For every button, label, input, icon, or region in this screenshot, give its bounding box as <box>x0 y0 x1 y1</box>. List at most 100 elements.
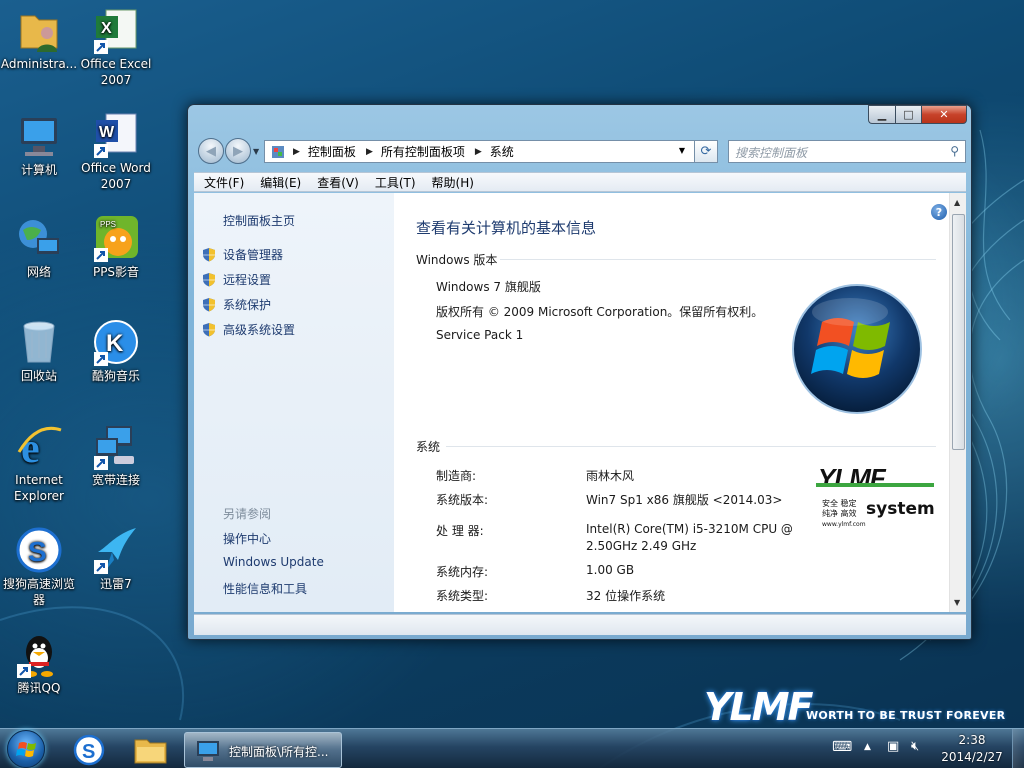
task-pane: 控制面板主页 设备管理器 远程设置 系统保护 高级系统设置 另请参阅 操作中心 … <box>194 193 394 612</box>
navigation-bar: ◀ ▶ ▼ ▶ 控制面板 ▶ 所有控制面板项 ▶ 系统 ▼ ⟳ 搜索控制面板 ⚲ <box>194 137 966 167</box>
pps-player-icon[interactable]: PPS PPS影音 <box>77 214 155 280</box>
scroll-up-icon[interactable]: ▲ <box>954 198 960 207</box>
menu-edit[interactable]: 编辑(E) <box>260 174 301 191</box>
scrollbar-thumb[interactable] <box>952 214 965 450</box>
forward-button[interactable]: ▶ <box>225 138 251 164</box>
office-word-icon[interactable]: W Office Word 2007 <box>77 110 155 192</box>
breadcrumb-separator-icon: ▶ <box>293 146 300 157</box>
ylmf-brand-logo: YLMF WORTH TO BE TRUST FOREVER <box>704 685 1006 729</box>
scroll-down-icon[interactable]: ▼ <box>954 598 960 607</box>
shield-icon <box>203 323 215 337</box>
xunlei-icon[interactable]: 迅雷7 <box>77 526 155 592</box>
volume-muted-icon[interactable]: 🔇︎ <box>911 739 919 754</box>
content-area: 控制面板主页 设备管理器 远程设置 系统保护 高级系统设置 另请参阅 操作中心 … <box>194 193 966 612</box>
system-version-label: 系统版本: <box>436 493 489 507</box>
processor-value: Intel(R) Core(TM) i5-3210M CPU @ <box>586 522 793 536</box>
oem-logo: YLMF 安全 稳定 纯净 高效 www.ylmf.com system <box>816 463 935 528</box>
internet-explorer-icon[interactable]: e Internet Explorer <box>0 422 78 504</box>
recycle-bin-icon[interactable]: 回收站 <box>0 318 78 384</box>
breadcrumb-separator-icon: ▶ <box>474 146 482 157</box>
administrator-folder-icon[interactable]: Administra... <box>0 6 78 72</box>
breadcrumb-system[interactable]: 系统 <box>490 143 514 160</box>
taskbar-clock[interactable]: 2:38 2014/2/27 <box>936 732 1008 766</box>
search-icon[interactable]: ⚲ <box>950 144 959 158</box>
svg-text:K: K <box>106 330 124 357</box>
action-center-link[interactable]: 操作中心 <box>223 530 271 547</box>
svg-text:S: S <box>28 536 47 567</box>
show-desktop-button[interactable] <box>1012 729 1024 768</box>
search-input[interactable]: 搜索控制面板 ⚲ <box>728 140 966 163</box>
system-version-value: Win7 Sp1 x86 旗舰版 <2014.03> <box>586 493 783 507</box>
computer-icon <box>197 741 219 761</box>
see-also-heading: 另请参阅 <box>223 507 272 521</box>
close-button[interactable]: ✕ <box>921 105 967 124</box>
taskbar: S 控制面板\所有控... ⌨ ▲ ▣ 🔇︎ 2:38 2014/2/27 <box>0 728 1024 768</box>
processor-label: 处 理 器: <box>436 524 484 538</box>
start-button[interactable] <box>7 730 45 768</box>
windows-logo-icon <box>790 282 924 416</box>
memory-value: 1.00 GB <box>586 563 635 577</box>
control-panel-window[interactable]: ▁ □ ✕ ◀ ▶ ▼ ▶ 控制面板 ▶ 所有控制面板项 ▶ 系统 ▼ ⟳ 搜索… <box>187 104 972 640</box>
control-panel-home-link[interactable]: 控制面板主页 <box>223 212 295 229</box>
status-bar <box>194 614 966 635</box>
breadcrumb-separator-icon: ▶ <box>365 146 373 157</box>
copyright-text: 版权所有 © 2009 Microsoft Corporation。保留所有权利… <box>436 305 764 319</box>
menu-bar: 文件(F) 编辑(E) 查看(V) 工具(T) 帮助(H) <box>194 172 966 192</box>
caption-buttons: ▁ □ ✕ <box>868 105 967 124</box>
processor-speed: 2.50GHz 2.49 GHz <box>586 539 697 553</box>
control-panel-icon <box>271 145 285 159</box>
svg-text:S: S <box>82 741 95 763</box>
menu-help[interactable]: 帮助(H) <box>432 174 474 191</box>
system-protection-link[interactable]: 系统保护 <box>202 296 271 313</box>
address-dropdown-icon[interactable]: ▼ <box>679 146 685 155</box>
breadcrumb-all-items[interactable]: 所有控制面板项 <box>381 143 465 160</box>
windows-edition: Windows 7 旗舰版 <box>436 280 541 294</box>
system-type-label: 系统类型: <box>436 589 489 603</box>
edition-section-title: Windows 版本 <box>416 253 498 267</box>
keyboard-icon[interactable]: ⌨ <box>832 739 852 755</box>
section-divider <box>500 259 936 260</box>
refresh-button[interactable]: ⟳ <box>694 140 718 163</box>
memory-label: 系统内存: <box>436 565 489 579</box>
system-info-panel: 查看有关计算机的基本信息 Windows 版本 Windows 7 旗舰版 版权… <box>416 193 946 612</box>
shield-icon <box>203 298 215 312</box>
svg-text:X: X <box>101 20 112 37</box>
recent-pages-dropdown-icon[interactable]: ▼ <box>253 147 259 156</box>
network-icon[interactable]: 网络 <box>0 214 78 280</box>
control-panel-task-button[interactable]: 控制面板\所有控... <box>184 732 342 768</box>
remote-settings-link[interactable]: 远程设置 <box>202 271 271 288</box>
page-title: 查看有关计算机的基本信息 <box>416 219 597 237</box>
address-bar[interactable]: ▶ 控制面板 ▶ 所有控制面板项 ▶ 系统 ▼ <box>264 140 716 163</box>
menu-file[interactable]: 文件(F) <box>204 174 244 191</box>
computer-icon[interactable]: 计算机 <box>0 112 78 178</box>
shield-icon <box>203 248 215 262</box>
office-excel-icon[interactable]: X Office Excel 2007 <box>77 6 155 88</box>
back-button[interactable]: ◀ <box>198 138 224 164</box>
system-section-title: 系统 <box>416 440 441 454</box>
system-tray: ⌨ ▲ ▣ 🔇︎ <box>832 729 952 768</box>
kugou-music-icon[interactable]: K 酷狗音乐 <box>77 318 155 384</box>
system-type-value: 32 位操作系统 <box>586 589 666 603</box>
section-divider <box>446 446 936 447</box>
sogou-browser-icon[interactable]: S 搜狗高速浏览器 <box>0 526 78 608</box>
service-pack: Service Pack 1 <box>436 328 524 342</box>
maximize-button[interactable]: □ <box>895 105 921 124</box>
breadcrumb-control-panel[interactable]: 控制面板 <box>308 143 356 160</box>
vertical-scrollbar[interactable]: ▲ ▼ <box>949 193 966 612</box>
minimize-button[interactable]: ▁ <box>868 105 895 124</box>
manufacturer-value: 雨林木风 <box>586 469 635 483</box>
menu-view[interactable]: 查看(V) <box>317 174 359 191</box>
show-hidden-icons-icon[interactable]: ▲ <box>864 742 871 752</box>
windows-update-link[interactable]: Windows Update <box>223 555 324 569</box>
svg-text:W: W <box>99 124 115 141</box>
tencent-qq-icon[interactable]: 腾讯QQ <box>0 630 78 696</box>
performance-info-link[interactable]: 性能信息和工具 <box>223 580 307 597</box>
network-status-icon[interactable]: ▣ <box>887 739 899 754</box>
file-explorer-taskbar-icon[interactable] <box>127 732 173 767</box>
sogou-browser-taskbar-icon[interactable]: S <box>66 732 112 767</box>
menu-tools[interactable]: 工具(T) <box>375 174 416 191</box>
broadband-connection-icon[interactable]: 宽带连接 <box>77 422 155 488</box>
advanced-system-settings-link[interactable]: 高级系统设置 <box>202 321 295 338</box>
shield-icon <box>203 273 215 287</box>
device-manager-link[interactable]: 设备管理器 <box>202 246 283 263</box>
